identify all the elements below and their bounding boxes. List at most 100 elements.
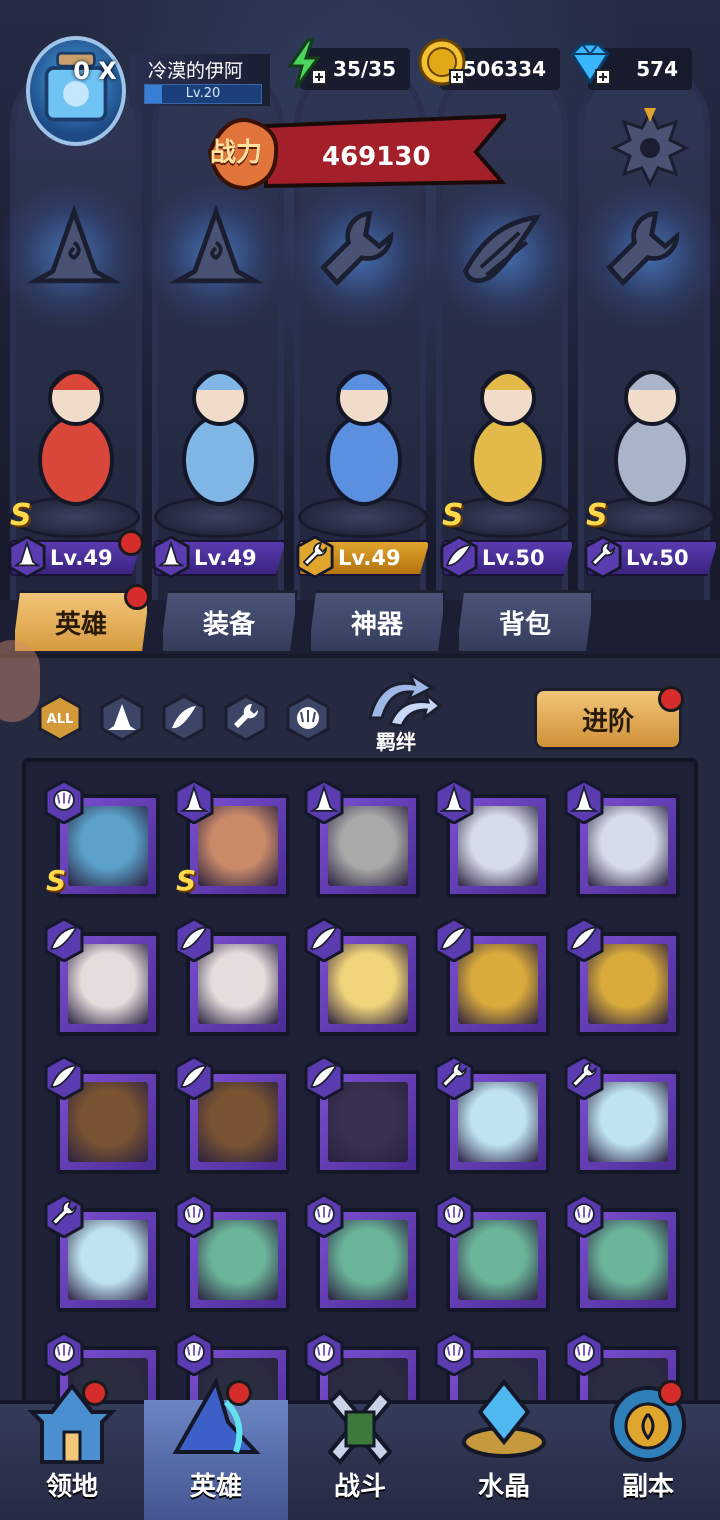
slot-emblem-mage-hat-icon [164, 200, 268, 304]
status-bar [0, 0, 720, 10]
player-name: 冷漠的伊阿 [148, 60, 244, 82]
filter-claw-button[interactable] [286, 694, 330, 742]
wing-icon [440, 535, 478, 579]
hero-grid: SS [22, 758, 698, 1418]
slot-emblem-wrench-icon [306, 200, 410, 304]
rank-s-badge: S [586, 498, 608, 533]
mage-hat-icon [8, 535, 46, 579]
mage-hat-icon [174, 779, 214, 825]
crystal-icon [462, 1378, 546, 1458]
rank-s-badge: S [46, 864, 67, 897]
stamina-lightning-icon[interactable] [278, 36, 334, 92]
gold-coin-icon[interactable] [416, 36, 472, 92]
wrench-icon [434, 1055, 474, 1101]
player-name-plate: 冷漠的伊阿 Lv.20 [130, 54, 270, 106]
rank-s-badge: S [442, 498, 464, 533]
tab-label: 装备 [202, 609, 255, 640]
claw-icon [304, 1331, 344, 1377]
filter-wrench-button[interactable] [224, 694, 268, 742]
wrench-icon [584, 535, 622, 579]
notification-dot [82, 1380, 108, 1406]
claw-icon [434, 1193, 474, 1239]
nav-label: 水晶 [477, 1472, 530, 1502]
wing-icon [162, 694, 206, 742]
swords-icon [327, 1389, 393, 1465]
claw-icon [304, 1193, 344, 1239]
wrench-icon [224, 694, 268, 742]
filter-all-button[interactable]: ALL [38, 694, 82, 742]
filter-all-label: ALL [47, 712, 74, 727]
wrench-icon [564, 1055, 604, 1101]
filter-mage-button[interactable] [100, 694, 144, 742]
mage-hat-icon [434, 779, 474, 825]
power-value: 469130 [322, 142, 431, 172]
player-avatar[interactable] [26, 36, 126, 146]
nav-label: 副本 [621, 1472, 674, 1502]
slot-emblem-wing-icon [448, 200, 552, 304]
nav-item-5[interactable]: 副本 [576, 1380, 720, 1520]
wing-icon [434, 917, 474, 963]
mage-hat-icon [100, 694, 144, 742]
claw-icon [564, 1331, 604, 1377]
avatar-badge: 0 X [73, 57, 117, 85]
tab-label: 背包 [498, 609, 551, 640]
claw-icon [286, 694, 330, 742]
advance-label: 进阶 [581, 706, 634, 737]
rank-s-badge: S [10, 498, 32, 533]
wing-icon [44, 1055, 84, 1101]
nav-label: 战斗 [333, 1472, 386, 1502]
claw-icon [434, 1331, 474, 1377]
mage-hat-icon [564, 779, 604, 825]
diamond-gem-icon[interactable] [562, 36, 618, 92]
claw-icon [44, 1331, 84, 1377]
advance-notification-dot [658, 686, 684, 712]
notification-dot [658, 1380, 684, 1406]
slot-emblem-wrench-icon [592, 200, 696, 304]
floating-side-button[interactable] [0, 640, 40, 722]
wing-icon [174, 917, 214, 963]
claw-icon [44, 779, 84, 825]
player-level: Lv.20 [185, 86, 221, 101]
wing-icon [44, 917, 84, 963]
claw-icon [564, 1193, 604, 1239]
wrench-icon [296, 535, 334, 579]
nav-item-2[interactable]: 英雄 [144, 1376, 288, 1520]
notification-dot [226, 1380, 252, 1406]
mage-hat-icon [152, 535, 190, 579]
lineup-hero-figure[interactable] [6, 340, 146, 510]
settings-gear-icon[interactable] [610, 108, 690, 188]
wrench-icon [44, 1193, 84, 1239]
player-level-bar: Lv.20 [144, 84, 262, 104]
nav-label: 英雄 [189, 1472, 242, 1502]
lineup-hero-figure[interactable] [438, 340, 578, 510]
wing-icon [174, 1055, 214, 1101]
lineup-hero-figure[interactable] [150, 340, 290, 510]
nav-item-1[interactable]: 领地 [0, 1380, 144, 1520]
slot-emblem-mage-hat-icon [22, 200, 126, 304]
tab-2[interactable]: 装备 [160, 590, 298, 654]
claw-icon [174, 1331, 214, 1377]
nav-label: 领地 [45, 1472, 98, 1502]
tab-label: 神器 [350, 609, 403, 640]
rank-s-badge: S [176, 864, 197, 897]
tab-3[interactable]: 神器 [308, 590, 446, 654]
tab-4[interactable]: 背包 [456, 590, 594, 654]
nav-item-4[interactable]: 水晶 [432, 1378, 576, 1520]
nav-item-3[interactable]: 战斗 [288, 1389, 432, 1520]
mage-hat-icon [304, 779, 344, 825]
stamina-value: 35/35 [333, 57, 396, 81]
tab-notification-dot [124, 584, 150, 610]
wing-icon [304, 917, 344, 963]
gold-value: 506334 [462, 57, 547, 81]
gem-value: 574 [636, 57, 678, 81]
tab-label: 英雄 [54, 609, 107, 640]
wing-icon [304, 1055, 344, 1101]
lineup-hero-figure[interactable] [582, 340, 720, 510]
filter-wing-button[interactable] [162, 694, 206, 742]
wing-icon [564, 917, 604, 963]
power-label: 战力 [210, 138, 263, 168]
claw-icon [174, 1193, 214, 1239]
bond-label: 羁绊 [376, 730, 416, 754]
notification-dot [118, 530, 144, 556]
lineup-hero-figure[interactable] [294, 340, 434, 510]
